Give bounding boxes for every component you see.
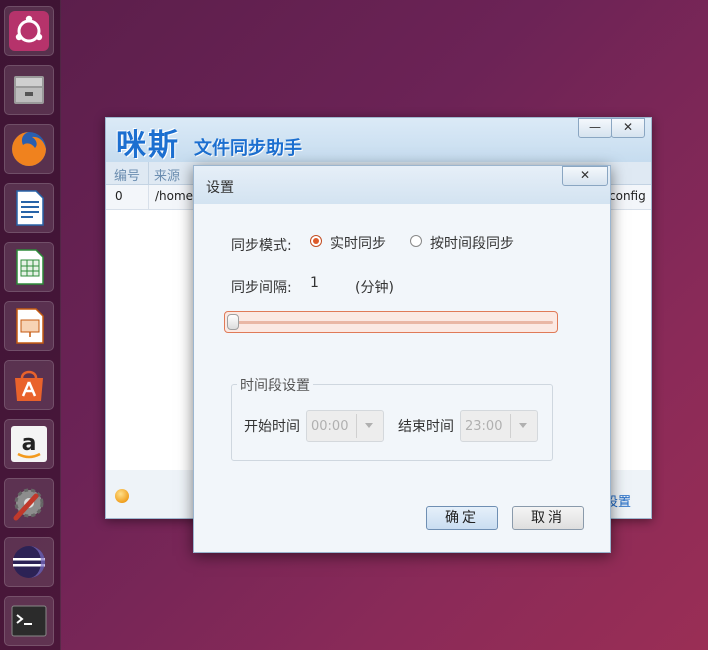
firefox-icon[interactable] xyxy=(4,124,54,174)
start-time-value: 00:00 xyxy=(311,419,349,434)
app-logo-title: 咪斯 xyxy=(116,128,180,163)
start-time-label: 开始时间 xyxy=(244,419,300,435)
radio-realtime[interactable] xyxy=(310,235,322,247)
system-settings-icon[interactable] xyxy=(4,478,54,528)
settings-dialog: 设置 ✕ 同步模式: 实时同步 按时间段同步 同步间隔: 1 (分钟) 时间段设… xyxy=(193,165,611,553)
end-time-select[interactable]: 23:00 xyxy=(460,410,538,442)
dialog-close-button[interactable]: ✕ xyxy=(562,166,608,186)
chevron-down-icon xyxy=(519,423,527,428)
interval-unit: (分钟) xyxy=(355,280,394,296)
chevron-down-icon xyxy=(365,423,373,428)
sync-mode-label: 同步模式: xyxy=(231,238,292,254)
amazon-icon[interactable]: a xyxy=(4,419,54,469)
row-source: /home/ xyxy=(155,189,198,203)
unity-launcher: a xyxy=(0,0,61,650)
interval-value: 1 xyxy=(310,275,319,291)
eclipse-icon[interactable] xyxy=(4,537,54,587)
interval-slider[interactable] xyxy=(224,311,558,333)
time-period-group: 时间段设置 开始时间 00:00 结束时间 23:00 xyxy=(231,375,553,461)
slider-handle[interactable] xyxy=(227,314,239,330)
terminal-icon[interactable] xyxy=(4,596,54,646)
dialog-title: 设置 xyxy=(206,180,234,196)
minimize-button[interactable]: — xyxy=(578,118,612,138)
radio-period[interactable] xyxy=(410,235,422,247)
impress-icon[interactable] xyxy=(4,301,54,351)
slider-track xyxy=(229,321,553,324)
calc-icon[interactable] xyxy=(4,242,54,292)
row-target: config xyxy=(609,189,646,203)
ok-button[interactable]: 确定 xyxy=(426,506,498,530)
close-button[interactable]: ✕ xyxy=(611,118,645,138)
ubuntu-dash-icon[interactable] xyxy=(4,6,54,56)
files-icon[interactable] xyxy=(4,65,54,115)
cancel-button[interactable]: 取消 xyxy=(512,506,584,530)
radio-period-label[interactable]: 按时间段同步 xyxy=(430,233,514,253)
end-time-value: 23:00 xyxy=(465,419,503,434)
column-header-source[interactable]: 来源 xyxy=(154,165,180,184)
end-time-label: 结束时间 xyxy=(398,419,454,435)
radio-realtime-label[interactable]: 实时同步 xyxy=(330,233,386,253)
status-indicator-icon xyxy=(115,489,129,503)
main-titlebar[interactable]: 咪斯 文件同步助手 — ✕ xyxy=(106,118,651,163)
row-id: 0 xyxy=(115,189,123,203)
interval-label: 同步间隔: xyxy=(231,280,292,296)
column-header-id[interactable]: 编号 xyxy=(114,165,140,184)
app-subtitle: 文件同步助手 xyxy=(194,138,302,159)
dialog-titlebar[interactable]: 设置 ✕ xyxy=(194,166,610,204)
start-time-select[interactable]: 00:00 xyxy=(306,410,384,442)
svg-text:a: a xyxy=(22,431,37,456)
software-center-icon[interactable] xyxy=(4,360,54,410)
writer-icon[interactable] xyxy=(4,183,54,233)
group-title: 时间段设置 xyxy=(237,375,313,395)
